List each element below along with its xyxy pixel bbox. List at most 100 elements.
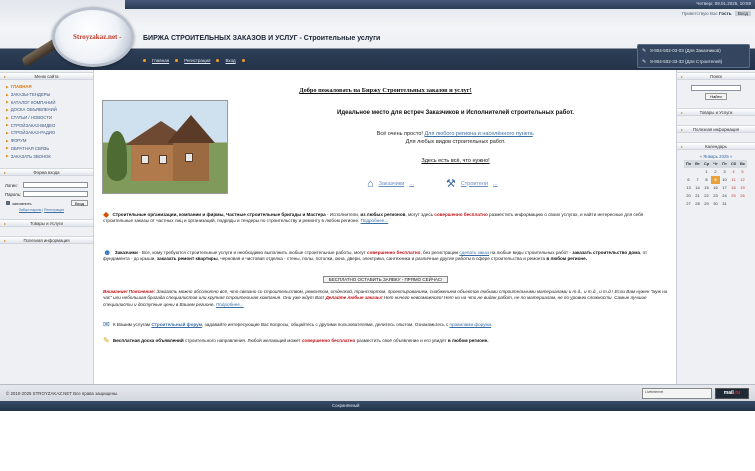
triangle-icon: ▸: [4, 169, 7, 175]
search-title-text: Поиск: [710, 74, 722, 79]
menu-item-catalog[interactable]: ▶ КАТАЛОГ КОМПАНИЙ: [6, 98, 93, 106]
calendar-day[interactable]: 23: [711, 192, 720, 200]
builders-ellipsis[interactable]: ...: [493, 181, 498, 187]
login-input[interactable]: [22, 182, 88, 189]
menu-item-forum[interactable]: ▶ ФОРУМ: [6, 137, 93, 145]
menu-item-orders[interactable]: ▶ ЗАКАЗЫ-ТЕНДЕРЫ: [6, 91, 93, 99]
pencil-icon: ✎: [103, 336, 110, 345]
more-link[interactable]: Подробнее...: [216, 302, 244, 307]
info-title-right[interactable]: ▸ Полезная информация: [677, 125, 755, 133]
phone-builders[interactable]: ✎ 8-904-502-33-33 (Для Строителей): [638, 56, 749, 67]
calendar-day[interactable]: 30: [711, 200, 720, 208]
calendar-day[interactable]: 21: [693, 192, 702, 200]
paragraph-board: ✎ Бесплатная доска объявлений строительн…: [103, 336, 668, 345]
menu-item-home[interactable]: ▶ ГЛАВНАЯ: [6, 83, 93, 91]
calendar-day[interactable]: 20: [684, 192, 693, 200]
menu-item-radio[interactable]: ▶ СТРОЙЗАКАЗ-РАДИО: [6, 129, 93, 137]
calendar-day[interactable]: 14: [693, 184, 702, 192]
menu-item-label: ДОСКА ОБЪЯВЛЕНИЙ: [10, 107, 57, 113]
menu-item-feedback[interactable]: ▶ ОБРАТНАЯ СВЯЗЬ: [6, 145, 93, 153]
nav-home[interactable]: Главная: [152, 58, 169, 63]
mailru-counter[interactable]: mail.ru: [715, 388, 749, 399]
bullet-icon: [143, 59, 146, 62]
calendar-day[interactable]: 22: [702, 192, 711, 200]
left-sidebar: ▸ Меню сайта ▶ ГЛАВНАЯ ▶ ЗАКАЗЫ-ТЕНДЕРЫ ▶ К…: [0, 70, 94, 384]
forum-link[interactable]: Строительный форум: [151, 322, 202, 327]
login-button[interactable]: Вход: [70, 200, 88, 207]
arrow-right-icon: ▶: [6, 107, 9, 112]
calendar-day[interactable]: 24: [720, 192, 729, 200]
nav-register[interactable]: Регистрация: [184, 58, 210, 63]
calendar-day[interactable]: 10: [720, 176, 729, 184]
phone-customers-text: 8-904-502-03-03 (Для Заказчиков): [650, 48, 721, 53]
forum-rules-link[interactable]: правилами форума: [449, 322, 491, 327]
calendar-day[interactable]: 16: [711, 184, 720, 192]
calendar-day[interactable]: 9: [711, 176, 720, 184]
role-customers[interactable]: ⌂ Заказчики...: [367, 177, 414, 190]
p2-text5: , черновая и чистовая отделка - стены, п…: [217, 256, 547, 262]
calendar-day[interactable]: 6: [684, 176, 693, 184]
site-footer: © 2010-2025 STROYZAKAZ.NET Все права защ…: [0, 384, 755, 401]
menu-item-callback[interactable]: ▶ ЗАКАЗАТЬ ЗВОНОК: [6, 152, 93, 160]
make-order-link[interactable]: сделать заказ: [459, 250, 489, 255]
menu-item-board[interactable]: ▶ ДОСКА ОБЪЯВЛЕНИЙ: [6, 106, 93, 114]
goods-title-right[interactable]: ▸ Товары и Услуги: [677, 108, 755, 116]
calendar-day[interactable]: 1: [702, 168, 711, 176]
nav-login[interactable]: Вход: [225, 58, 235, 63]
customers-ellipsis[interactable]: ...: [409, 181, 414, 187]
header-login-link[interactable]: Вход: [734, 11, 751, 16]
calendar-day[interactable]: 2: [711, 168, 720, 176]
calendar-day[interactable]: 12: [738, 176, 747, 184]
calendar-day[interactable]: 4: [729, 168, 738, 176]
role-builders[interactable]: ⚒ Строители...: [446, 177, 498, 190]
calendar-day[interactable]: 13: [684, 184, 693, 192]
calendar-day[interactable]: 28: [693, 200, 702, 208]
calendar-day[interactable]: 29: [702, 200, 711, 208]
register-link[interactable]: Регистрация: [44, 208, 64, 212]
here-all-text[interactable]: Здесь есть всё, что нужно!: [235, 158, 676, 164]
calendar-weekday: Пт: [720, 160, 729, 168]
calendar-day[interactable]: 31: [720, 200, 729, 208]
goods-title-left[interactable]: ▸ Товары и Услуги: [0, 218, 93, 227]
forgot-password-link[interactable]: Забыл пароль: [19, 208, 41, 212]
customers-link[interactable]: Заказчики: [379, 181, 405, 187]
calendar-day[interactable]: 18: [729, 184, 738, 192]
calendar-day[interactable]: 27: [684, 200, 693, 208]
phone-customers[interactable]: ✎ 8-904-502-03-03 (Для Заказчиков): [638, 45, 749, 56]
password-input[interactable]: [22, 191, 88, 198]
search-input[interactable]: [691, 85, 741, 91]
calendar-day[interactable]: 15: [702, 184, 711, 192]
menu-item-label: ГЛАВНАЯ: [10, 84, 32, 90]
remember-checkbox-wrap[interactable]: запомнить: [6, 200, 32, 206]
more-link[interactable]: Подробнее...: [361, 218, 389, 223]
triangle-icon: ▸: [4, 220, 7, 226]
remember-checkbox[interactable]: [6, 200, 10, 205]
calendar-day[interactable]: 25: [729, 192, 738, 200]
region-link[interactable]: Для любого региона и населённого пункта: [424, 131, 532, 137]
info-title-left[interactable]: ▸ Полезная информация: [0, 235, 93, 244]
post-request-button[interactable]: БЕСПЛАТНО ОСТАВИТЬ ЗАЯВКУ - ПРЯМО СЕЙЧАС…: [322, 276, 449, 283]
triangle-icon: ▸: [681, 74, 684, 79]
builders-link[interactable]: Строители: [461, 181, 488, 187]
site-menu: ▶ ГЛАВНАЯ ▶ ЗАКАЗЫ-ТЕНДЕРЫ ▶ КАТАЛОГ КОМПАН…: [0, 80, 93, 160]
phone-box: ✎ 8-904-502-03-03 (Для Заказчиков) ✎ 8-9…: [637, 44, 750, 68]
menu-item-video[interactable]: ▶ СТРОЙЗАКАЗ-ВИДЕО: [6, 121, 93, 129]
mailru-label-b: .ru: [733, 390, 741, 396]
p3-attention: Внимание! Пояснение:: [103, 289, 156, 294]
post-button-wrap: БЕСПЛАТНО ОСТАВИТЬ ЗАЯВКУ - ПРЯМО СЕЙЧАС…: [95, 276, 676, 283]
menu-item-articles[interactable]: ▶ СТАТЬИ / НОВОСТИ: [6, 114, 93, 122]
search-button[interactable]: Найти: [705, 93, 727, 100]
calendar-day[interactable]: 26: [738, 192, 747, 200]
copyright: © 2010-2025 STROYZAKAZ.NET Все права защ…: [6, 391, 119, 396]
calendar-day[interactable]: 7: [693, 176, 702, 184]
liveinternet-counter[interactable]: LiveInternet: [642, 388, 712, 399]
calendar-day[interactable]: 8: [702, 176, 711, 184]
calendar-day[interactable]: 3: [720, 168, 729, 176]
calendar-day[interactable]: 19: [738, 184, 747, 192]
calendar-title: ▸ Календарь: [677, 142, 755, 150]
menu-item-label: КАТАЛОГ КОМПАНИЙ: [10, 99, 56, 105]
calendar-day[interactable]: 5: [738, 168, 747, 176]
calendar-empty: [693, 168, 702, 176]
calendar-day[interactable]: 17: [720, 184, 729, 192]
calendar-day[interactable]: 11: [729, 176, 738, 184]
